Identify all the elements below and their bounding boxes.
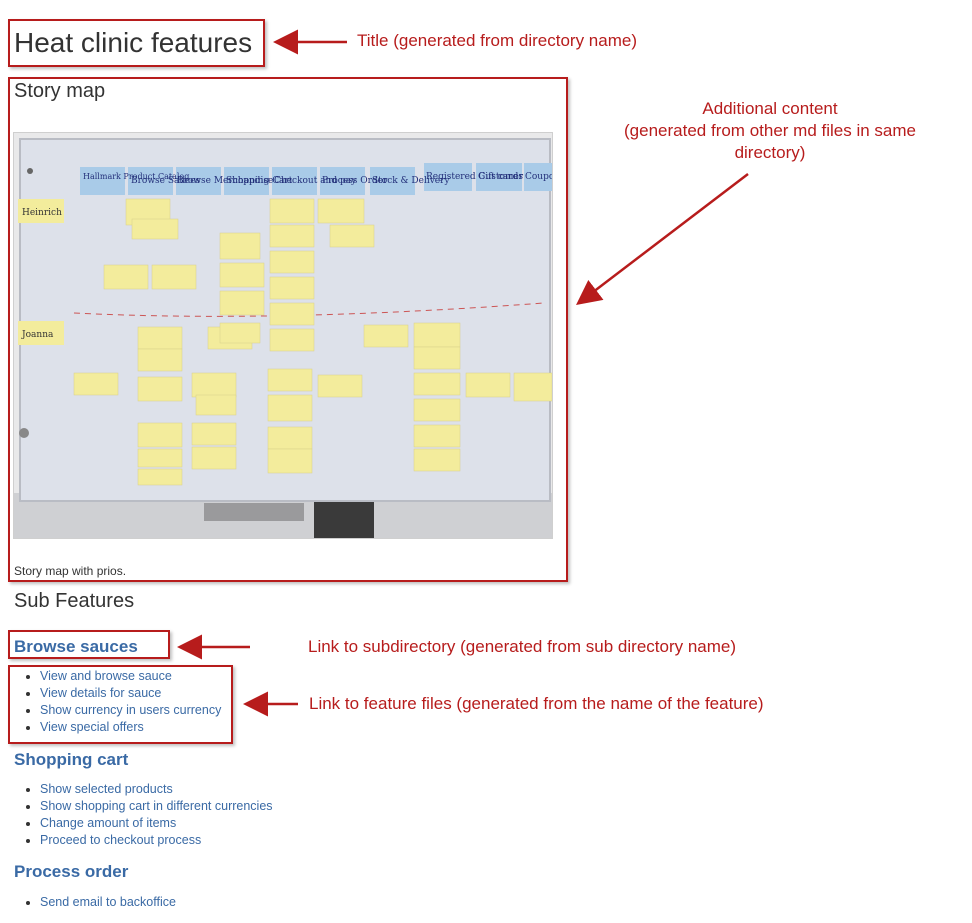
content-annotation: Additional content (generated from other… (590, 98, 950, 164)
title-annotation: Title (generated from directory name) (357, 31, 637, 50)
content-annotation-line: directory) (734, 143, 806, 162)
content-annotation-line: Additional content (702, 99, 838, 118)
subdir-annotation: Link to subdirectory (generated from sub… (308, 637, 737, 656)
arrow-icon (576, 173, 749, 306)
content-annotation-line: (generated from other md files in same (624, 121, 916, 140)
feature-annotation: Link to feature files (generated from th… (309, 694, 764, 713)
